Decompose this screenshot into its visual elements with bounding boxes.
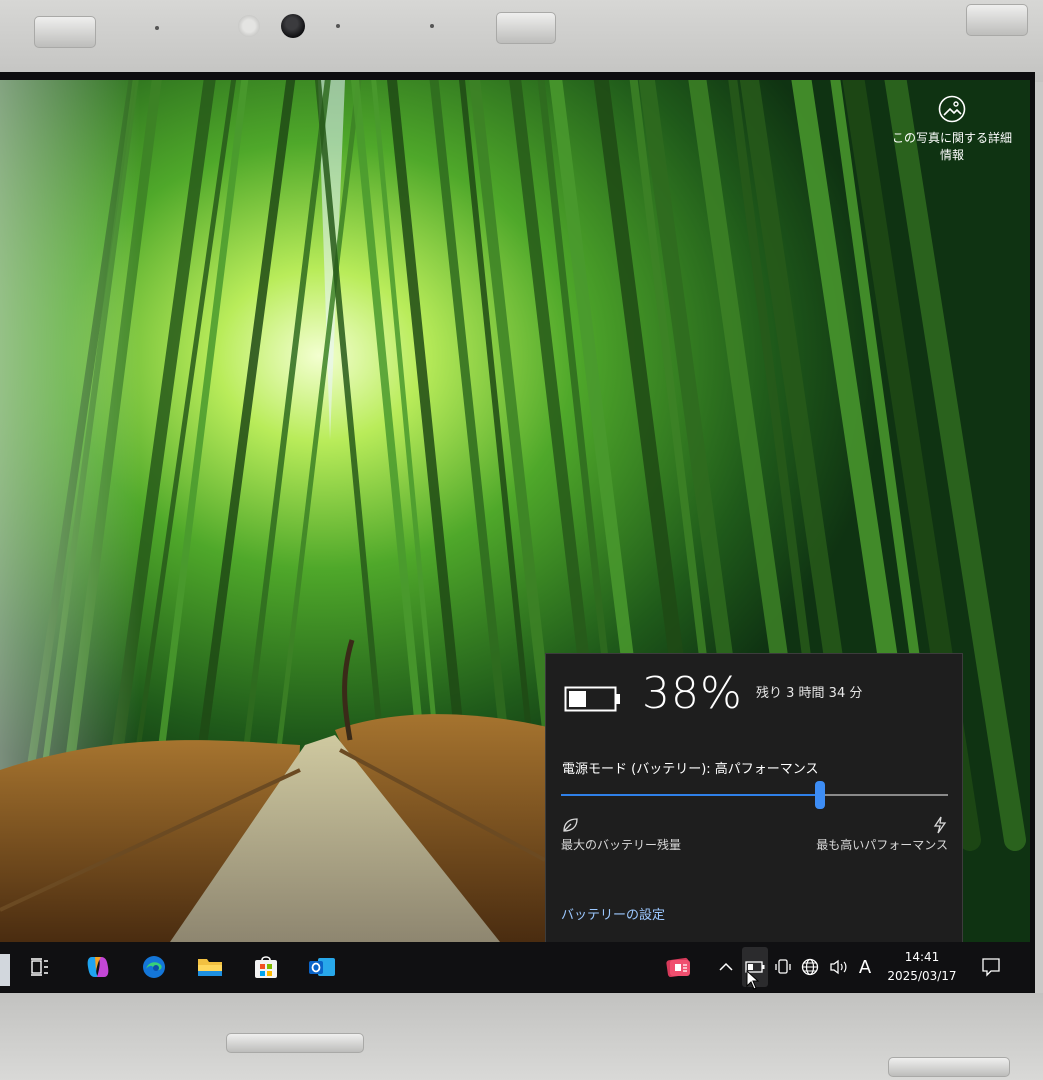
ambient-light-sensor (238, 15, 260, 37)
clock-time: 14:41 (904, 950, 940, 964)
battery-time-remaining: 残り 3 時間 34 分 (756, 686, 863, 701)
notification-icon (982, 958, 1000, 977)
microsoft-store-icon (255, 956, 277, 978)
outlook-icon (309, 958, 335, 976)
globe-icon (801, 958, 819, 976)
power-mode-slider-fill (561, 794, 821, 796)
photo-info-button[interactable]: この写真に関する詳細情報 (888, 94, 1016, 164)
edge-icon (143, 956, 165, 978)
ime-indicator: A (858, 956, 872, 978)
network-button[interactable] (798, 942, 822, 992)
phone-link-icon (775, 959, 791, 974)
volume-button[interactable] (826, 942, 852, 992)
battery-icon (564, 686, 620, 712)
sensor-dot (430, 24, 434, 28)
app-switch-icon (666, 957, 690, 978)
laptop-bezel-top (0, 0, 1043, 82)
file-explorer-icon (198, 959, 222, 976)
max-performance-label: 最も高いパフォーマンス (816, 838, 948, 852)
notification-center-button[interactable] (976, 942, 1006, 992)
webcam (281, 14, 305, 38)
chevron-up-icon (719, 962, 733, 971)
mouse-cursor (746, 970, 760, 990)
bezel-rubber-pad (888, 1057, 1010, 1077)
power-mode-slider[interactable] (561, 781, 948, 809)
laptop-bezel-bottom (0, 993, 1043, 1080)
task-view-button[interactable] (24, 942, 56, 992)
camera-info-icon (938, 95, 966, 123)
start-button[interactable] (0, 954, 10, 986)
max-battery-label: 最大のバッテリー残量 (561, 838, 682, 852)
copilot-icon (87, 957, 109, 977)
outlook-button[interactable] (304, 942, 340, 992)
task-view-icon (31, 958, 48, 976)
copilot-button[interactable] (80, 942, 116, 992)
show-hidden-icons-button[interactable] (714, 942, 738, 992)
bezel-rubber-pad (966, 4, 1028, 36)
photo-info-label: この写真に関する詳細情報 (891, 131, 1012, 162)
power-mode-slider-thumb[interactable] (815, 781, 826, 809)
tray-app-button[interactable] (660, 942, 696, 992)
battery-flyout: 38% 残り 3 時間 34 分 電源モード (バッテリー): 高パフォーマンス… (545, 653, 963, 943)
bezel-rubber-pad (226, 1033, 364, 1053)
desktop-screen: この写真に関する詳細情報 38% 残り 3 時間 34 分 電源モード (バッテ… (0, 80, 1030, 992)
bezel-rubber-pad (34, 16, 96, 48)
bezel-rubber-pad (496, 12, 556, 44)
taskbar: A 14:41 2025/03/17 (0, 942, 1030, 992)
edge-button[interactable] (136, 942, 172, 992)
clock-date: 2025/03/17 (887, 969, 957, 983)
battery-settings-link[interactable]: バッテリーの設定 (561, 904, 665, 923)
microsoft-store-button[interactable] (248, 942, 284, 992)
clock-button[interactable]: 14:41 2025/03/17 (876, 948, 968, 986)
lightning-bolt-icon (933, 816, 947, 834)
battery-percentage: 38% (642, 668, 743, 719)
sensor-dot (336, 24, 340, 28)
power-mode-label: 電源モード (バッテリー): 高パフォーマンス (562, 762, 819, 777)
leaf-icon (563, 818, 578, 832)
sensor-dot (155, 26, 159, 30)
speaker-icon (830, 959, 847, 975)
file-explorer-button[interactable] (192, 942, 228, 992)
network-adapter-button[interactable] (772, 942, 794, 992)
ime-mode-button[interactable]: A (854, 942, 876, 992)
